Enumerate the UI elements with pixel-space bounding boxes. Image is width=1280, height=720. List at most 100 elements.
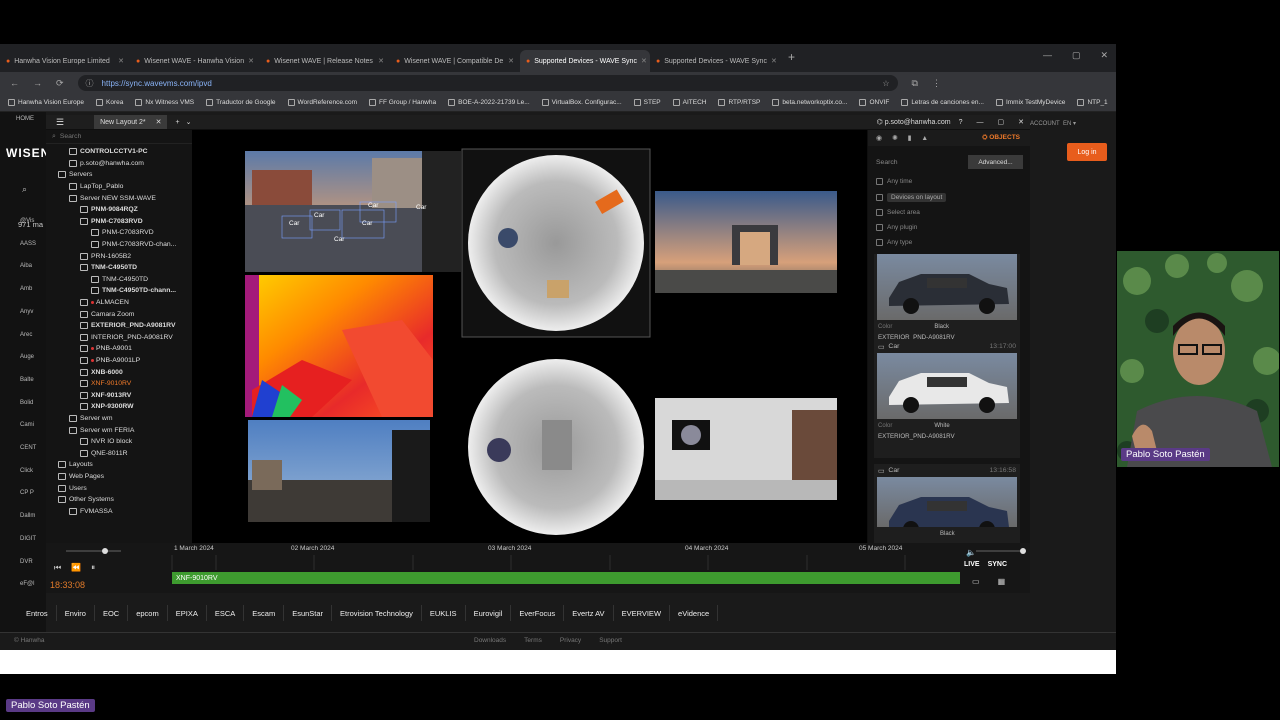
login-button[interactable]: Log in xyxy=(1067,143,1107,161)
tab-close-icon[interactable]: ✕ xyxy=(641,57,647,65)
camera-tile-street[interactable] xyxy=(248,420,430,522)
tree-item[interactable]: PNM-C7083RVD xyxy=(46,227,192,239)
tab-close-icon[interactable]: ✕ xyxy=(378,57,384,65)
tab-layout[interactable]: New Layout 2* ✕ xyxy=(94,115,168,129)
vendor-link[interactable]: @Vis xyxy=(20,210,48,233)
tree-item[interactable]: PNB-A9001 xyxy=(46,343,192,355)
bookmark-item[interactable]: BOE-A-2022-21739 Le... xyxy=(448,99,530,106)
tree-item[interactable]: TNM-C4950TD xyxy=(46,262,192,274)
bookmark-item[interactable]: Immix TestMyDevice xyxy=(995,99,1065,106)
vendor-link[interactable]: eF@l xyxy=(20,573,48,596)
vendor-link[interactable]: EUKLIS xyxy=(422,605,466,621)
bookmark-item[interactable]: RTP/RTSP xyxy=(718,99,760,106)
motion-icon[interactable]: ✺ xyxy=(892,134,898,142)
tree-search[interactable]: ⌕ Search xyxy=(46,130,192,144)
object-card[interactable]: ▭ Car 13:17:00 Color White EXTERIOR_PND-A9081… xyxy=(874,340,1020,458)
tree-item[interactable]: Users xyxy=(46,482,192,494)
vendor-link[interactable]: Dallm xyxy=(20,505,48,528)
bookmark-item[interactable]: STEP xyxy=(633,99,661,106)
main-menu-icon[interactable]: ☰ xyxy=(56,117,64,128)
user-account[interactable]: ⌬ p.soto@hanwha.com xyxy=(877,118,951,126)
bookmark-item[interactable]: Nx Witness VMS xyxy=(135,99,194,106)
browser-tab[interactable]: ● Hanwha Vision Europe Limited ✕ xyxy=(0,50,130,72)
thumbnails-icon[interactable]: ▭ xyxy=(972,577,980,586)
sync-button[interactable]: SYNC xyxy=(988,561,1007,568)
tree-item[interactable]: FVMASSA xyxy=(46,505,192,517)
camera-recording-track[interactable]: XNF-9010RV xyxy=(172,572,960,584)
filter-item[interactable]: Any plugin xyxy=(876,224,917,231)
tab-close-icon[interactable]: ✕ xyxy=(248,57,254,65)
bookmark-item[interactable]: FF Group / Hanwha xyxy=(369,99,436,106)
vendor-link[interactable]: eVidence xyxy=(670,605,719,621)
vendor-link[interactable]: Arec xyxy=(20,324,48,347)
tree-item[interactable]: PNM-9084RQZ xyxy=(46,204,192,216)
vendor-link[interactable]: AASS xyxy=(20,233,48,256)
tree-item[interactable]: p.soto@hanwha.com xyxy=(46,158,192,170)
tree-item[interactable]: TNM-C4950TD-chann... xyxy=(46,285,192,297)
bookmarks-icon[interactable]: ▮ xyxy=(908,134,912,142)
filter-item[interactable]: Any time xyxy=(876,178,912,185)
calendar-icon[interactable]: ▦ xyxy=(998,577,1006,586)
object-card[interactable]: ▭ Car 13:16:58 Black xyxy=(874,464,1020,543)
footer-link[interactable]: Terms xyxy=(524,637,542,644)
tab-close-icon[interactable]: ✕ xyxy=(118,57,124,65)
client-close-icon[interactable]: ✕ xyxy=(1018,118,1024,126)
browser-tab[interactable]: ● Supported Devices - WAVE Sync ✕ xyxy=(520,50,650,72)
pause-icon[interactable]: ⏸ xyxy=(91,563,95,573)
tree-item[interactable]: Web Pages xyxy=(46,471,192,483)
bookmark-item[interactable]: ONVIF xyxy=(859,99,889,106)
bookmark-item[interactable]: beta.networkoptix.co... xyxy=(772,99,847,106)
bookmark-item[interactable]: NTP_1 xyxy=(1077,99,1108,106)
live-button[interactable]: LIVE xyxy=(964,561,980,568)
close-tab-icon[interactable]: ✕ xyxy=(156,118,162,126)
tree-item[interactable]: TNM-C4950TD xyxy=(46,274,192,286)
add-layout-icon[interactable]: + xyxy=(175,119,179,126)
account-link[interactable]: ACCOUNT EN ▾ xyxy=(1030,120,1076,127)
tree-item[interactable]: Server NEW SSM-WAVE xyxy=(46,192,192,204)
tree-item[interactable]: QNE-8011R xyxy=(46,447,192,459)
vendor-link[interactable]: Enviro xyxy=(57,605,95,621)
vendor-link[interactable]: EsunStar xyxy=(284,605,333,621)
vendor-link[interactable]: EPIXA xyxy=(168,605,207,621)
footer-link[interactable]: Privacy xyxy=(560,637,581,644)
browser-tab[interactable]: ● Wisenet WAVE | Release Notes ✕ xyxy=(260,50,390,72)
tree-item[interactable]: PNB-A9001LP xyxy=(46,355,192,367)
bookmark-star-icon[interactable]: ☆ xyxy=(882,79,889,88)
vendor-link[interactable]: Etrovision Technology xyxy=(332,605,422,621)
vendor-link[interactable]: Amb xyxy=(20,278,48,301)
filter-item[interactable]: Devices on layout xyxy=(876,193,947,202)
site-nav-home[interactable]: HOME xyxy=(0,116,34,122)
tree-item[interactable]: EXTERIOR_PND-A9081RV xyxy=(46,320,192,332)
footer-link[interactable]: Downloads xyxy=(474,637,506,644)
tree-item[interactable]: PNM-C7083RVD-chan... xyxy=(46,239,192,251)
tab-close-icon[interactable]: ✕ xyxy=(771,57,777,65)
vendor-link[interactable]: EOC xyxy=(95,605,129,621)
tree-item[interactable]: Server wm xyxy=(46,413,192,425)
tree-item[interactable]: INTERIOR_PND-A9081RV xyxy=(46,332,192,344)
filter-item[interactable]: Select area xyxy=(876,209,920,216)
bookmark-item[interactable]: Hanwha Vision Europe xyxy=(8,99,84,106)
vendor-link[interactable]: DVR xyxy=(20,551,48,574)
tree-item[interactable]: PRN-1605B2 xyxy=(46,250,192,262)
objects-search[interactable]: Search xyxy=(876,159,898,166)
tree-item[interactable]: PNM-C7083RVD xyxy=(46,216,192,228)
tree-item[interactable]: CONTROLCCTV1-PC xyxy=(46,146,192,158)
client-minimize-icon[interactable]: — xyxy=(977,119,984,126)
back-icon[interactable]: ← xyxy=(10,78,19,88)
tree-item[interactable]: ALMACEN xyxy=(46,297,192,309)
skip-back-icon[interactable]: ⏮ xyxy=(54,563,61,573)
tree-item[interactable]: XNB-6000 xyxy=(46,366,192,378)
warning-icon[interactable]: ▲ xyxy=(921,135,928,142)
maximize-icon[interactable]: ▢ xyxy=(1072,50,1081,61)
vendor-link[interactable]: Auge xyxy=(20,346,48,369)
browser-tab[interactable]: ● Supported Devices - WAVE Sync ✕ xyxy=(650,50,780,72)
vendor-link[interactable]: Eurovigil xyxy=(466,605,512,621)
tree-item[interactable]: Camara Zoom xyxy=(46,308,192,320)
close-icon[interactable]: ✕ xyxy=(1100,50,1108,61)
vendor-link[interactable]: DIGIT xyxy=(20,528,48,551)
tab-close-icon[interactable]: ✕ xyxy=(508,57,514,65)
camera-tile-fisheye-2[interactable] xyxy=(462,357,650,543)
client-maximize-icon[interactable]: ▢ xyxy=(998,118,1005,126)
vendor-link[interactable]: Bolid xyxy=(20,392,48,415)
camera-tile-room[interactable] xyxy=(655,398,837,500)
